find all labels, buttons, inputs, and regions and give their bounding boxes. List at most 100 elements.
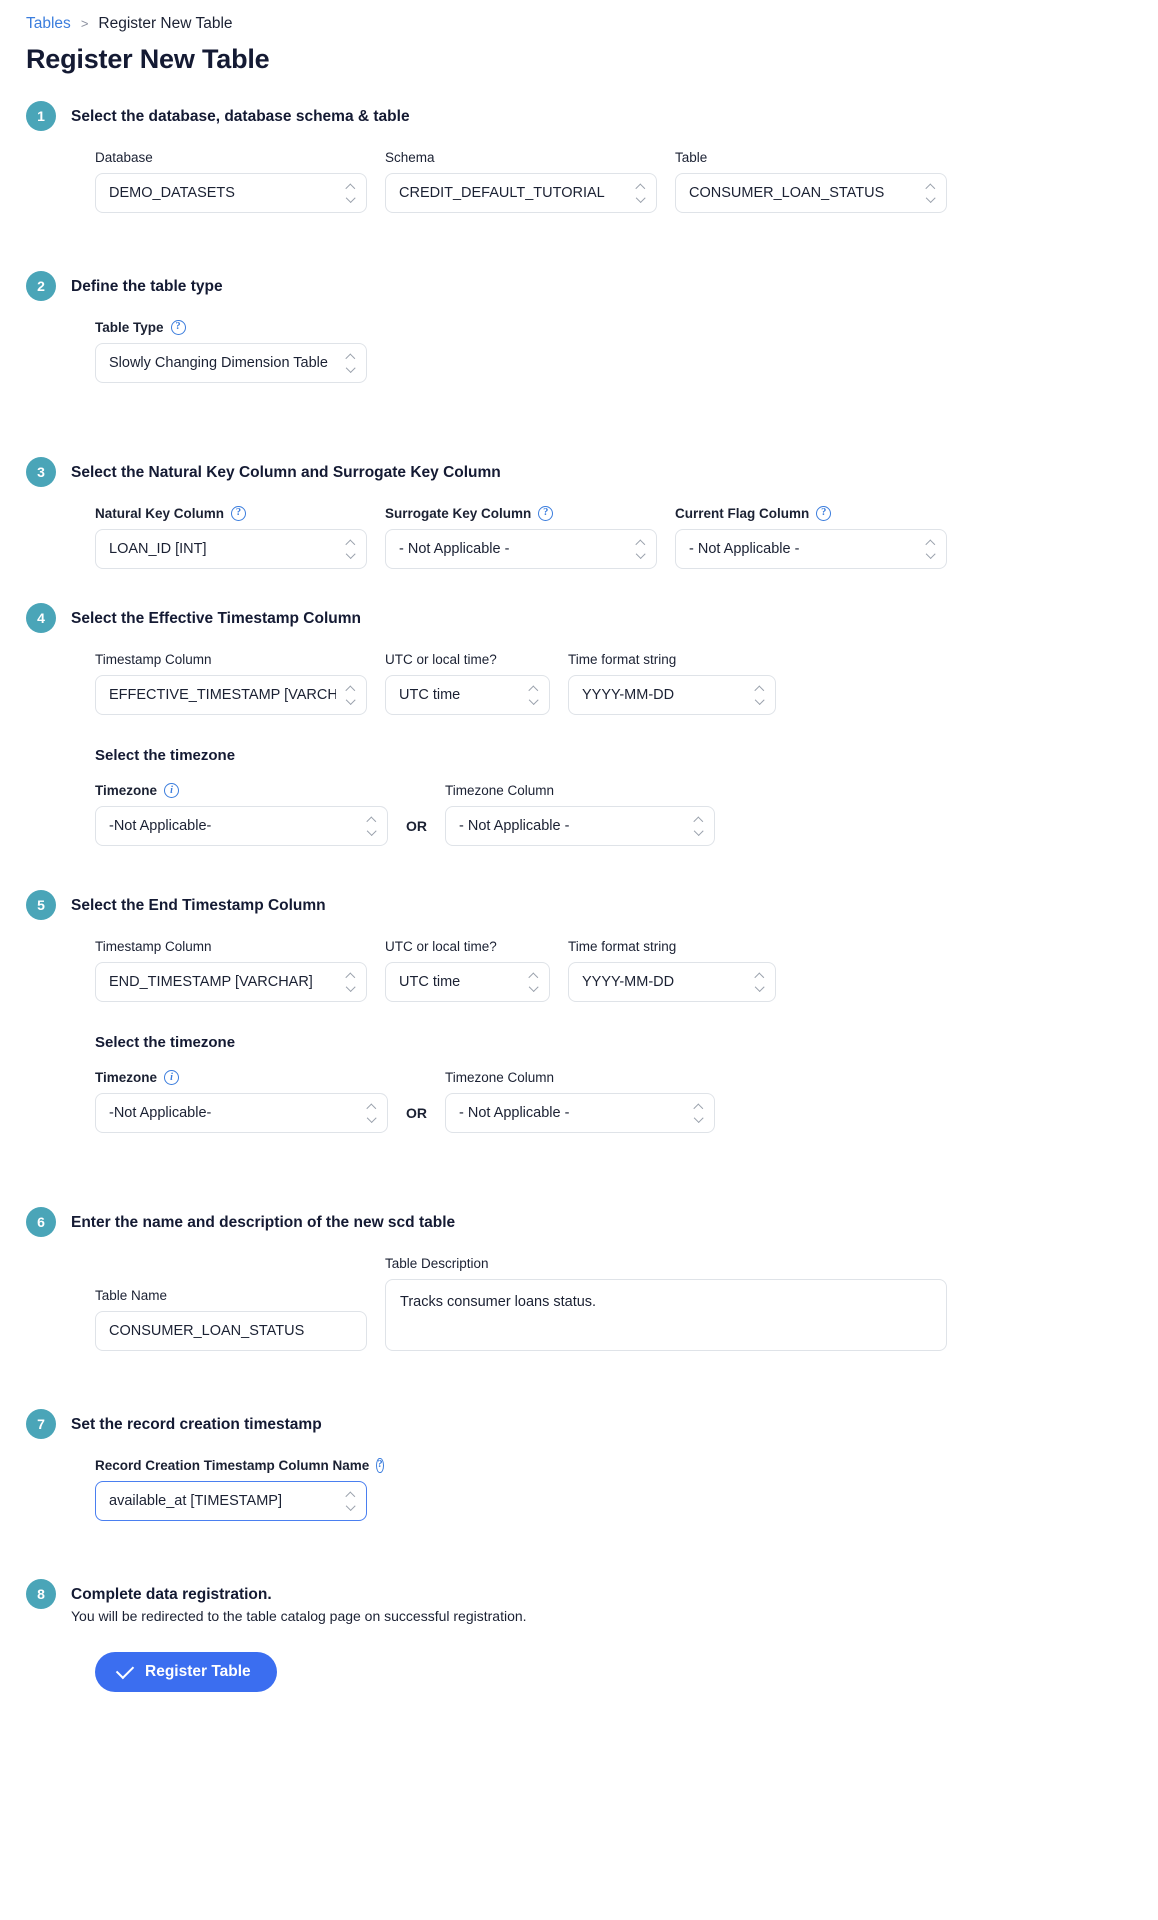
help-icon[interactable]: ? <box>231 506 247 521</box>
end-timestamp-column-select-value: END_TIMESTAMP [VARCHAR] <box>109 974 313 990</box>
record-creation-column-label: Record Creation Timestamp Column Name ? <box>95 1457 384 1474</box>
end-utc-or-local-field: UTC or local time? UTC time <box>385 938 550 1002</box>
surrogate-key-column-select[interactable]: - Not Applicable - <box>385 529 657 569</box>
effective-timezone-column-label: Timezone Column <box>445 783 555 798</box>
step-7-header: 7 Set the record creation timestamp <box>26 1409 1158 1439</box>
effective-timestamp-column-label: Timestamp Column <box>95 652 212 667</box>
info-icon[interactable]: i <box>164 1070 180 1085</box>
effective-time-format-select[interactable]: YYYY-MM-DD <box>568 675 776 715</box>
chevron-updown-icon <box>754 685 765 705</box>
natural-key-column-select[interactable]: LOAN_ID [INT] <box>95 529 367 569</box>
table-name-field: Table Name CONSUMER_LOAN_STATUS <box>95 1287 367 1351</box>
surrogate-key-column-field: Surrogate Key Column ? - Not Applicable … <box>385 505 657 569</box>
step-6-header: 6 Enter the name and description of the … <box>26 1207 1158 1237</box>
end-timezone-column-select-value: - Not Applicable - <box>459 1105 570 1121</box>
chevron-updown-icon <box>635 183 646 203</box>
effective-timezone-column-select[interactable]: - Not Applicable - <box>445 806 715 846</box>
breadcrumb-link-tables[interactable]: Tables <box>26 14 71 34</box>
step-7-title: Set the record creation timestamp <box>71 1416 322 1433</box>
step-8-title: Complete data registration. <box>71 1586 272 1603</box>
step-1-fields: Database DEMO_DATASETS Schema CREDIT_DEF… <box>26 149 1158 213</box>
step-1-header: 1 Select the database, database schema &… <box>26 101 1158 131</box>
table-description-textarea-value: Tracks consumer loans status. <box>400 1294 597 1310</box>
info-icon[interactable]: i <box>164 783 180 798</box>
table-type-label: Table Type ? <box>95 319 367 336</box>
effective-timezone-label: Timezone i <box>95 782 388 799</box>
end-time-format-field: Time format string YYYY-MM-DD <box>568 938 776 1002</box>
end-utc-or-local-select[interactable]: UTC time <box>385 962 550 1002</box>
natural-key-column-label-text: Natural Key Column <box>95 506 225 521</box>
table-name-input-value: CONSUMER_LOAN_STATUS <box>109 1323 305 1339</box>
current-flag-column-select[interactable]: - Not Applicable - <box>675 529 947 569</box>
record-creation-column-select[interactable]: available_at [TIMESTAMP] <box>95 1481 367 1521</box>
table-select-value: CONSUMER_LOAN_STATUS <box>689 185 885 201</box>
end-time-format-select[interactable]: YYYY-MM-DD <box>568 962 776 1002</box>
end-timezone-or-label: OR <box>406 1105 427 1121</box>
breadcrumb-current: Register New Table <box>98 15 233 32</box>
database-select[interactable]: DEMO_DATASETS <box>95 173 367 213</box>
step-7-fields: Record Creation Timestamp Column Name ? … <box>26 1457 1158 1521</box>
help-icon[interactable]: ? <box>170 320 186 335</box>
step-5-header: 5 Select the End Timestamp Column <box>26 890 1158 920</box>
step-8-complete-registration: 8 Complete data registration. You will b… <box>0 1579 1158 1692</box>
effective-timestamp-column-select[interactable]: EFFECTIVE_TIMESTAMP [VARCHAR] <box>95 675 367 715</box>
end-timezone-label-text: Timezone <box>95 1070 158 1085</box>
effective-utc-or-local-select[interactable]: UTC time <box>385 675 550 715</box>
help-icon[interactable]: ? <box>376 1458 384 1473</box>
register-new-table-page: Tables > Register New Table Register New… <box>0 0 1158 1736</box>
schema-select[interactable]: CREDIT_DEFAULT_TUTORIAL <box>385 173 657 213</box>
effective-utc-or-local-field: UTC or local time? UTC time <box>385 651 550 715</box>
effective-timestamp-column-field: Timestamp Column EFFECTIVE_TIMESTAMP [VA… <box>95 651 367 715</box>
surrogate-key-column-label: Surrogate Key Column ? <box>385 505 657 522</box>
effective-time-format-label: Time format string <box>568 652 677 667</box>
breadcrumb-separator-icon: > <box>80 16 89 31</box>
step-3-number-badge: 3 <box>26 457 56 487</box>
table-type-select[interactable]: Slowly Changing Dimension Table <box>95 343 367 383</box>
end-timezone-column-select[interactable]: - Not Applicable - <box>445 1093 715 1133</box>
table-select[interactable]: CONSUMER_LOAN_STATUS <box>675 173 947 213</box>
step-2-fields: Table Type ? Slowly Changing Dimension T… <box>26 319 1158 383</box>
effective-timezone-select[interactable]: -Not Applicable- <box>95 806 388 846</box>
natural-key-column-label: Natural Key Column ? <box>95 505 367 522</box>
end-timestamp-column-select[interactable]: END_TIMESTAMP [VARCHAR] <box>95 962 367 1002</box>
step-1-title: Select the database, database schema & t… <box>71 108 410 125</box>
table-description-textarea[interactable]: Tracks consumer loans status. <box>385 1279 947 1351</box>
step-6-number-badge: 6 <box>26 1207 56 1237</box>
help-icon[interactable]: ? <box>816 506 832 521</box>
surrogate-key-column-select-value: - Not Applicable - <box>399 541 510 557</box>
page-title: Register New Table <box>26 44 270 74</box>
chevron-updown-icon <box>366 1103 377 1123</box>
current-flag-column-field: Current Flag Column ? - Not Applicable - <box>675 505 947 569</box>
end-timezone-field: Timezone i -Not Applicable- <box>95 1069 388 1133</box>
register-table-button-label: Register Table <box>145 1663 251 1680</box>
step-8-header: 8 Complete data registration. You will b… <box>26 1579 1158 1626</box>
help-icon[interactable]: ? <box>538 506 554 521</box>
record-creation-column-field: Record Creation Timestamp Column Name ? … <box>95 1457 384 1521</box>
record-creation-column-label-text: Record Creation Timestamp Column Name <box>95 1458 370 1473</box>
chevron-updown-icon <box>345 353 356 373</box>
end-timestamp-column-field: Timestamp Column END_TIMESTAMP [VARCHAR] <box>95 938 367 1002</box>
step-3-fields: Natural Key Column ? LOAN_ID [INT] Surro… <box>26 505 1158 569</box>
table-description-field: Table Description Tracks consumer loans … <box>385 1255 947 1351</box>
step-5-timezone-fields: Timezone i -Not Applicable- OR Timezone … <box>26 1069 1158 1133</box>
step-1-select-database: 1 Select the database, database schema &… <box>0 101 1158 213</box>
chevron-updown-icon <box>366 816 377 836</box>
table-type-field: Table Type ? Slowly Changing Dimension T… <box>95 319 367 383</box>
step-4-title: Select the Effective Timestamp Column <box>71 610 361 627</box>
table-name-input[interactable]: CONSUMER_LOAN_STATUS <box>95 1311 367 1351</box>
breadcrumb: Tables > Register New Table <box>0 14 1158 34</box>
step-5-timezone-subhead: Select the timezone <box>95 1034 236 1051</box>
database-select-value: DEMO_DATASETS <box>109 185 235 201</box>
schema-select-value: CREDIT_DEFAULT_TUTORIAL <box>399 185 605 201</box>
step-4-timezone-fields: Timezone i -Not Applicable- OR Timezone … <box>26 782 1158 846</box>
end-timezone-select-value: -Not Applicable- <box>109 1105 212 1121</box>
chevron-updown-icon <box>528 972 539 992</box>
chevron-updown-icon <box>345 972 356 992</box>
effective-timezone-label-text: Timezone <box>95 783 158 798</box>
step-4-fields: Timestamp Column EFFECTIVE_TIMESTAMP [VA… <box>26 651 1158 715</box>
end-timezone-select[interactable]: -Not Applicable- <box>95 1093 388 1133</box>
register-table-button[interactable]: Register Table <box>95 1652 277 1692</box>
